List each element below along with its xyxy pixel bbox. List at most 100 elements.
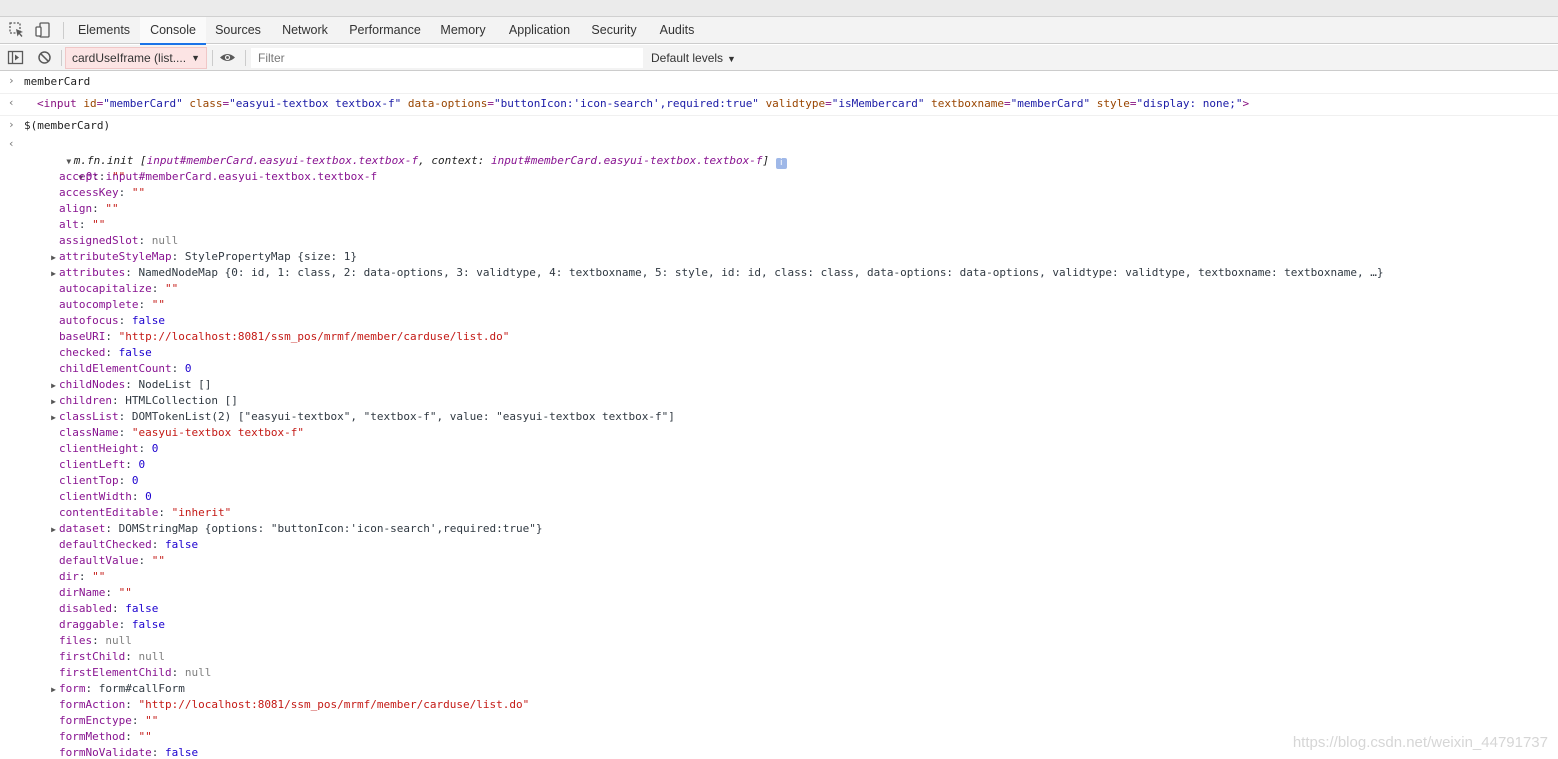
info-icon[interactable]: i [775,158,787,169]
property-key: draggable [59,618,119,631]
property-row[interactable]: ▶ children: HTMLCollection [] [0,393,1558,409]
property-row: childElementCount: 0 [59,362,192,375]
property-key: clientLeft [59,458,126,471]
device-toolbar-icon[interactable] [34,21,52,39]
tab-sources[interactable]: Sources [206,17,270,44]
show-sidebar-icon[interactable] [7,49,24,66]
tab-security[interactable]: Security [583,17,645,44]
property-value: StylePropertyMap {size: 1} [184,250,358,263]
property-key: childNodes [59,378,126,391]
property-value: 0 [151,442,159,455]
tab-console[interactable]: Console [140,17,206,45]
attr-name: validtype [765,97,826,110]
property-key: assignedSlot [59,234,139,247]
property-row: align: "" [59,202,119,215]
property-row: autocapitalize: "" [59,282,179,295]
property-row: className: "easyui-textbox textbox-f" [59,426,305,439]
toolbar-separator [212,50,213,66]
tab-audits[interactable]: Audits [650,17,704,44]
property-value: "" [112,170,126,183]
collapsed-triangle-icon: ▶ [51,525,56,534]
property-row: contentEditable: "inherit" [59,506,232,519]
property-value: "" [151,554,165,567]
property-row: clientLeft: 0 [59,458,146,471]
clear-console-icon[interactable] [36,49,53,66]
property-key: accessKey [59,186,119,199]
result-arrow-icon: ‹ [8,137,15,150]
property-value: DOMTokenList(2) ["easyui-textbox", "text… [131,410,675,423]
tag-open: <input [37,97,77,110]
property-key: clientTop [59,474,119,487]
console-result: ‹ <input id="memberCard" class="easyui-t… [0,94,1558,116]
property-row[interactable]: ▶ attributes: NamedNodeMap {0: id, 1: cla… [0,265,1558,281]
property-value: "" [138,730,152,743]
property-key: attributes [59,266,126,279]
property-key: accept [59,170,99,183]
collapsed-triangle-icon: ▶ [51,381,56,390]
property-value: "" [151,298,165,311]
collapsed-triangle-icon: ▶ [51,413,56,422]
property-key: checked [59,346,106,359]
property-key: formMethod [59,730,126,743]
property-key: alt [59,218,79,231]
tab-performance[interactable]: Performance [338,17,432,44]
attr-name: style [1096,97,1130,110]
input-prompt-icon: › [8,118,15,131]
property-key: dirName [59,586,106,599]
property-value: null [138,650,165,663]
property-row[interactable]: ▶ form: form#callForm [0,681,1558,697]
live-expression-eye-icon[interactable] [219,49,236,66]
property-row[interactable]: ▶ dataset: DOMStringMap {options: "button… [0,521,1558,537]
property-value: null [151,234,179,247]
property-value: "" [164,282,179,295]
property-row: clientHeight: 0 [59,442,159,455]
inspect-element-icon[interactable] [8,21,26,39]
property-key: classList [59,410,119,423]
tab-elements[interactable]: Elements [70,17,138,44]
attr-value: "memberCard" [103,97,183,110]
execution-context-select[interactable]: cardUseIframe (list.... ▼ [65,47,207,69]
tab-application[interactable]: Application [499,17,580,44]
property-row: clientTop: 0 [59,474,139,487]
property-key: clientWidth [59,490,132,503]
dropdown-caret-icon: ▼ [727,54,736,64]
log-levels-dropdown[interactable]: Default levels ▼ [651,45,736,71]
dom-element-result[interactable]: <input id="memberCard" class="easyui-tex… [0,96,1558,112]
console-command: › $(memberCard) [0,116,1558,137]
property-row: formEnctype: "" [59,714,159,727]
property-row: draggable: false [59,618,165,631]
property-value: "inherit" [171,506,232,519]
window-top-strip [0,0,1558,17]
property-value: form#callForm [98,682,185,695]
tab-network[interactable]: Network [272,17,338,44]
console-result: ‹ ▼ m.fn.init [input#memberCard.easyui-te… [0,137,1558,759]
toolbar-separator [245,50,246,66]
tab-memory[interactable]: Memory [432,17,494,44]
property-row: checked: false [59,346,152,359]
property-row: defaultChecked: false [59,538,199,551]
property-key: disabled [59,602,112,615]
property-value: NodeList [] [138,378,212,391]
property-value: "" [105,202,119,215]
object-root-row[interactable]: ▼ m.fn.init [input#memberCard.easyui-text… [0,137,1558,169]
property-row[interactable]: ▶ attributeStyleMap: StylePropertyMap {si… [0,249,1558,265]
property-row[interactable]: ▶ classList: DOMTokenList(2) ["easyui-tex… [0,409,1558,425]
property-value: false [118,346,152,359]
console-messages: › memberCard ‹ <input id="memberCard" cl… [0,72,1558,759]
property-row: files: null [59,634,132,647]
property-key: firstChild [59,650,126,663]
input-prompt-icon: › [8,74,15,87]
attr-name: id [83,97,97,110]
property-row: autofocus: false [59,314,165,327]
property-row: alt: "" [59,218,106,231]
log-levels-label: Default levels [651,51,724,65]
property-row: clientWidth: 0 [59,490,152,503]
devtools-tab-bar: Elements Console Sources Network Performance… [0,17,1558,45]
property-key: childElementCount [59,362,172,375]
console-filter-input[interactable] [251,48,643,68]
property-value: "" [92,570,106,583]
property-value: "" [92,218,106,231]
attr-name: data-options [407,97,488,110]
property-row[interactable]: ▶ childNodes: NodeList [] [0,377,1558,393]
property-key: dir [59,570,79,583]
